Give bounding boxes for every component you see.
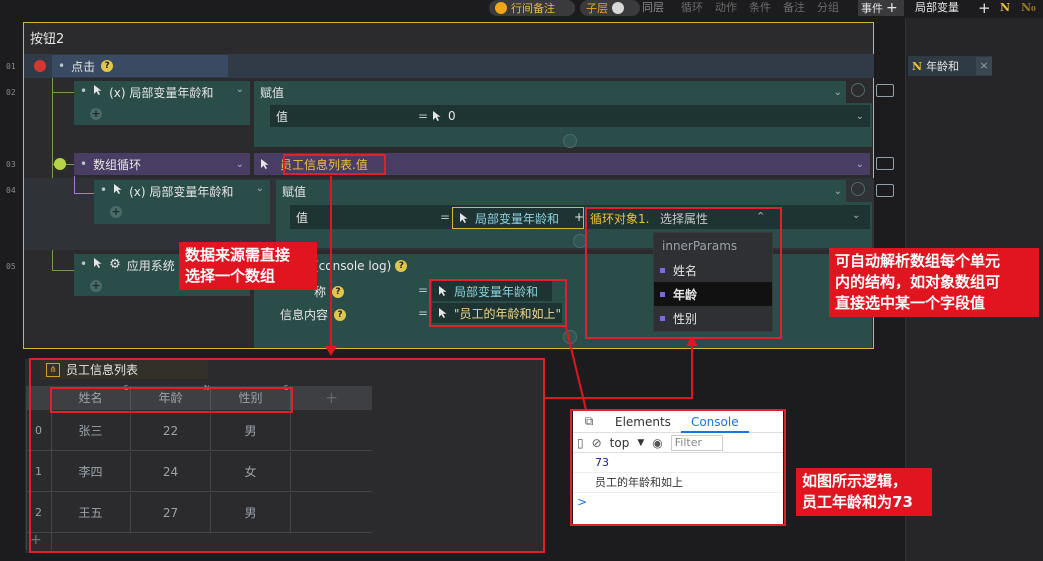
highlight-devtools [570, 409, 786, 526]
highlight-columns [50, 387, 293, 413]
